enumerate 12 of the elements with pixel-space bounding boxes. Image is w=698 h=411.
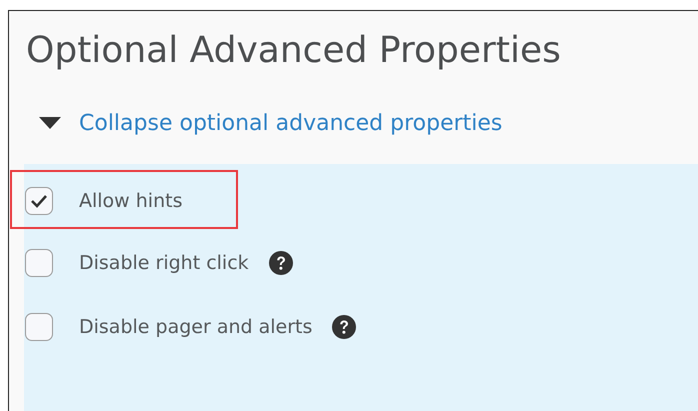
option-label: Disable pager and alerts [79, 316, 312, 338]
option-label: Allow hints [79, 190, 182, 212]
checkbox[interactable] [25, 313, 53, 341]
caret-icon[interactable] [39, 117, 61, 129]
checkbox[interactable] [25, 249, 53, 277]
checkbox[interactable] [25, 187, 53, 215]
option-label: Disable right click [79, 252, 249, 274]
help-icon[interactable] [332, 315, 356, 339]
collapse-link[interactable]: Collapse optional advanced properties [79, 110, 502, 136]
help-icon[interactable] [268, 251, 293, 275]
section-heading: Optional Advanced Properties [25, 29, 562, 73]
check-icon [30, 193, 48, 209]
